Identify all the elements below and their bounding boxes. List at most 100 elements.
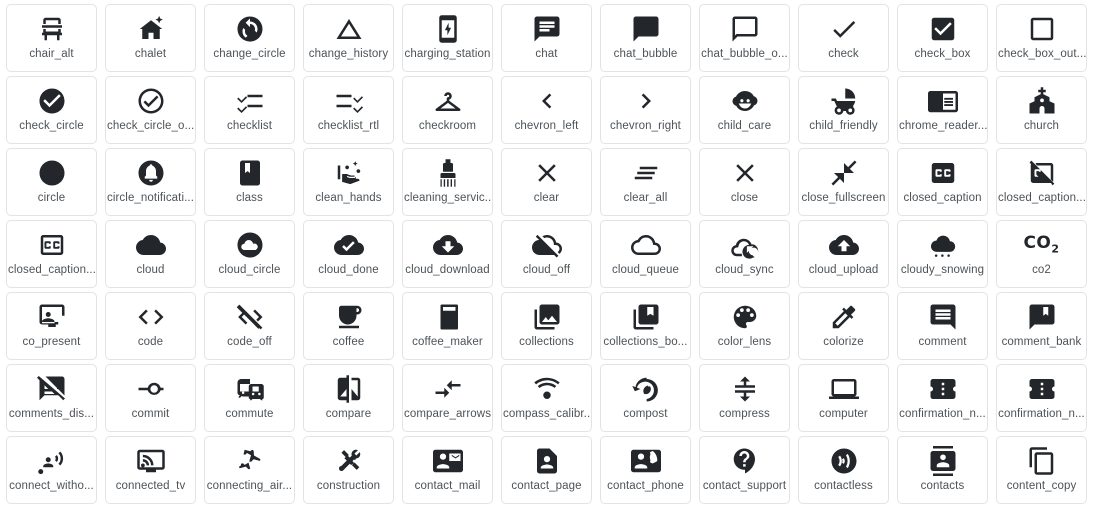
icon-card-cloud_queue[interactable]: cloud_queue [600,220,691,288]
icon-card-compost[interactable]: compost [600,364,691,432]
icon-card-cloud_download[interactable]: cloud_download [402,220,493,288]
cloud-done-icon [304,226,393,264]
icon-card-check[interactable]: check [798,4,889,72]
contacts-icon [898,442,987,480]
icon-card-contact_support[interactable]: contact_support [699,436,790,504]
icon-card-check_circle_o[interactable]: check_circle_o... [105,76,196,144]
icon-card-circle_notificati[interactable]: circle_notificati... [105,148,196,216]
icon-card-cloud_upload[interactable]: cloud_upload [798,220,889,288]
icon-card-clear[interactable]: clear [501,148,592,216]
icon-card-cloud_sync[interactable]: cloud_sync [699,220,790,288]
icon-card-code_off[interactable]: code_off [204,292,295,360]
icon-card-cloudy_snowing[interactable]: cloudy_snowing [897,220,988,288]
icon-card-confirmation_n[interactable]: confirmation_n... [996,364,1087,432]
icon-card-contact_page[interactable]: contact_page [501,436,592,504]
cloud-sync-icon [700,226,789,264]
icon-card-contact_mail[interactable]: contact_mail [402,436,493,504]
change-circle-icon [205,10,294,48]
icon-card-chalet[interactable]: chalet [105,4,196,72]
icon-card-comment_bank[interactable]: comment_bank [996,292,1087,360]
icon-card-confirmation_n[interactable]: confirmation_n... [897,364,988,432]
icon-card-chat_bubble[interactable]: chat_bubble [600,4,691,72]
icon-card-class[interactable]: class [204,148,295,216]
icon-card-cloud_off[interactable]: cloud_off [501,220,592,288]
icon-card-close_fullscreen[interactable]: close_fullscreen [798,148,889,216]
icon-card-change_circle[interactable]: change_circle [204,4,295,72]
confirmation-number-icon [898,370,987,408]
icon-card-connected_tv[interactable]: connected_tv [105,436,196,504]
checkroom-icon [403,82,492,120]
icon-card-co_present[interactable]: co_present [6,292,97,360]
icon-card-closed_caption[interactable]: closed_caption [897,148,988,216]
icon-card-checklist_rtl[interactable]: checklist_rtl [303,76,394,144]
contact-page-icon [502,442,591,480]
color-lens-icon [700,298,789,336]
icon-card-co2[interactable]: CO2 co2 [996,220,1087,288]
clear-all-icon [601,154,690,192]
icon-card-commit[interactable]: commit [105,364,196,432]
icon-card-colorize[interactable]: colorize [798,292,889,360]
icon-card-coffee_maker[interactable]: coffee_maker [402,292,493,360]
chair-alt-icon [7,10,96,48]
icon-card-church[interactable]: church [996,76,1087,144]
icon-card-contact_phone[interactable]: contact_phone [600,436,691,504]
icon-card-contacts[interactable]: contacts [897,436,988,504]
icon-label: chrome_reader... [899,120,987,132]
icon-label: connected_tv [115,480,186,492]
icon-card-collections_bo[interactable]: collections_bo... [600,292,691,360]
icon-card-chrome_reader[interactable]: chrome_reader... [897,76,988,144]
icon-card-check_box[interactable]: check_box [897,4,988,72]
icon-card-chair_alt[interactable]: chair_alt [6,4,97,72]
icon-card-connecting_air[interactable]: connecting_air... [204,436,295,504]
icon-card-comment[interactable]: comment [897,292,988,360]
icon-card-close[interactable]: close [699,148,790,216]
icon-card-content_copy[interactable]: content_copy [996,436,1087,504]
icon-card-contactless[interactable]: contactless [798,436,889,504]
icon-card-clear_all[interactable]: clear_all [600,148,691,216]
close-fullscreen-icon [799,154,888,192]
icon-card-compass_calibr[interactable]: compass_calibr... [501,364,592,432]
icon-card-change_history[interactable]: change_history [303,4,394,72]
icon-label: compost [623,408,668,420]
icon-card-coffee[interactable]: coffee [303,292,394,360]
icon-card-code[interactable]: code [105,292,196,360]
icon-card-chat[interactable]: chat [501,4,592,72]
icon-card-closed_caption[interactable]: closed_caption... [996,148,1087,216]
icon-card-child_friendly[interactable]: child_friendly [798,76,889,144]
icon-card-closed_caption[interactable]: closed_caption... [6,220,97,288]
check-circle-outline-icon [106,82,195,120]
icon-card-construction[interactable]: construction [303,436,394,504]
icon-card-commute[interactable]: commute [204,364,295,432]
icon-label: closed_caption... [998,192,1086,204]
icon-card-circle[interactable]: circle [6,148,97,216]
icon-card-compare_arrows[interactable]: compare_arrows [402,364,493,432]
icon-card-computer[interactable]: computer [798,364,889,432]
icon-card-cleaning_servic[interactable]: cleaning_servic... [402,148,493,216]
icon-card-charging_station[interactable]: charging_station [402,4,493,72]
icon-card-check_box_out[interactable]: check_box_out... [996,4,1087,72]
icon-label: cloud [136,264,165,276]
contact-support-icon [700,442,789,480]
icon-card-collections[interactable]: collections [501,292,592,360]
icon-card-connect_witho[interactable]: connect_witho... [6,436,97,504]
icon-card-clean_hands[interactable]: clean_hands [303,148,394,216]
icon-card-checklist[interactable]: checklist [204,76,295,144]
icon-card-checkroom[interactable]: checkroom [402,76,493,144]
icon-label: compass_calibr... [503,408,591,420]
icon-label: cloud_upload [808,264,879,276]
closed-caption-icon [898,154,987,192]
icon-card-child_care[interactable]: child_care [699,76,790,144]
icon-card-comments_dis[interactable]: comments_dis... [6,364,97,432]
icon-card-chevron_right[interactable]: chevron_right [600,76,691,144]
icon-card-color_lens[interactable]: color_lens [699,292,790,360]
icon-card-chevron_left[interactable]: chevron_left [501,76,592,144]
icon-card-cloud[interactable]: cloud [105,220,196,288]
icon-card-compress[interactable]: compress [699,364,790,432]
compost-icon [601,370,690,408]
icon-label: compare_arrows [404,408,492,420]
icon-card-cloud_circle[interactable]: cloud_circle [204,220,295,288]
icon-card-chat_bubble_o[interactable]: chat_bubble_o... [699,4,790,72]
icon-card-cloud_done[interactable]: cloud_done [303,220,394,288]
icon-card-check_circle[interactable]: check_circle [6,76,97,144]
icon-card-compare[interactable]: compare [303,364,394,432]
